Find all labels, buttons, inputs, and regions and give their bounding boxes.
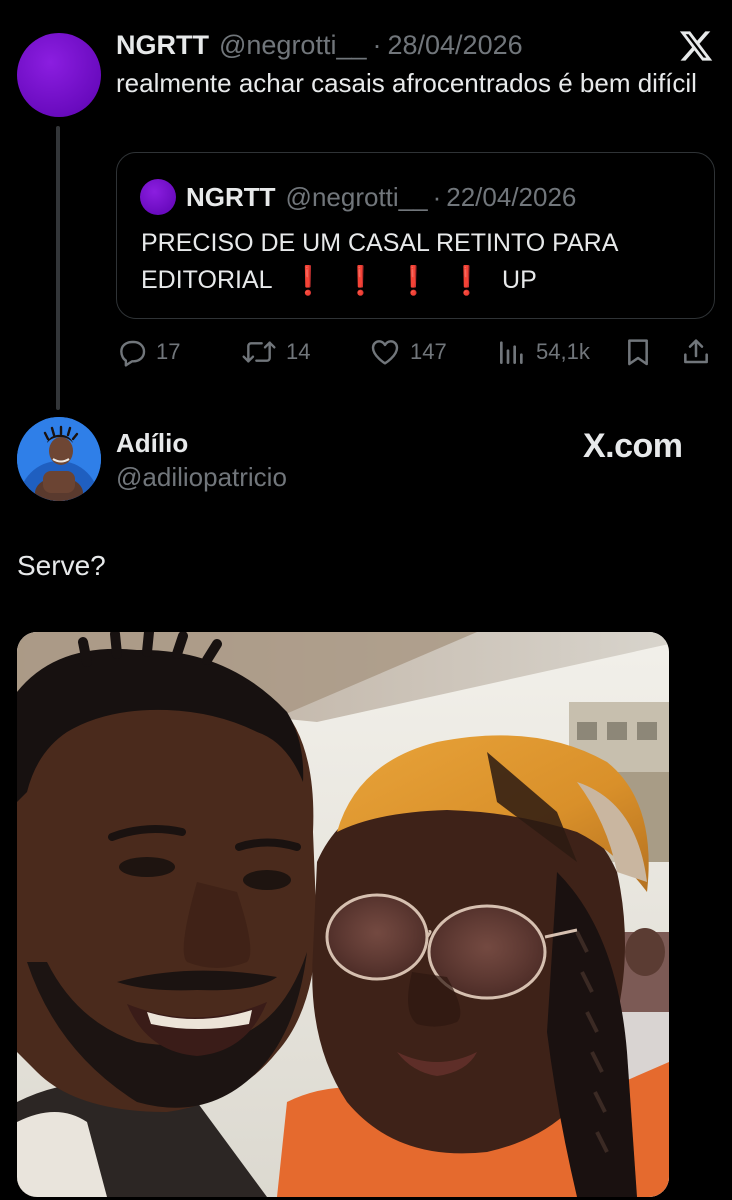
avatar[interactable] — [17, 417, 101, 501]
tweet-text: realmente achar casais afrocentrados é b… — [116, 68, 697, 98]
thread-connector-line — [56, 126, 60, 410]
heart-icon — [371, 340, 399, 365]
author-name[interactable]: Adílio — [116, 428, 188, 459]
quoted-tweet-text: PRECISO DE UM CASAL RETINTO PARA EDITORI… — [141, 225, 701, 299]
reply-button[interactable]: 17 — [116, 334, 180, 370]
avatar[interactable] — [17, 33, 101, 117]
quoted-avatar — [140, 179, 176, 215]
repost-button[interactable]: 14 — [240, 334, 310, 370]
exclamation-emoji-icon: ❗ — [290, 265, 326, 296]
tweet-date[interactable]: 28/04/2026 — [387, 30, 522, 61]
quoted-text-up: UP — [502, 266, 537, 294]
tweet-header: NGRTT @negrotti__ · 28/04/2026 — [116, 28, 523, 62]
author-handle[interactable]: @negrotti__ — [219, 30, 367, 61]
quoting-tweet[interactable]: NGRTT @negrotti__ · 28/04/2026 realmente… — [0, 0, 732, 410]
author-name[interactable]: NGRTT — [116, 30, 209, 61]
tweet-action-bar: 17 14 147 54,1k — [116, 334, 716, 370]
like-button[interactable]: 147 — [368, 334, 447, 370]
exclamation-emoji-icon: ❗ — [449, 265, 485, 296]
views-count: 54,1k — [536, 339, 590, 364]
quoted-author-handle: @negrotti__ — [285, 181, 428, 212]
exclamation-emoji-icon: ❗ — [343, 265, 379, 296]
share-button[interactable] — [680, 334, 712, 370]
selfie-photo-image — [17, 632, 669, 1197]
quoted-author-name: NGRTT — [186, 181, 276, 212]
tweet-text: Serve? — [17, 550, 106, 581]
author-handle[interactable]: @adiliopatricio — [116, 462, 287, 493]
share-icon — [684, 339, 708, 364]
analytics-bars-icon — [500, 341, 523, 364]
x-com-watermark: X.com — [583, 426, 683, 465]
tweet-photo[interactable] — [17, 632, 669, 1197]
quoted-tweet-date: 22/04/2026 — [446, 181, 577, 212]
quoted-text-line1: PRECISO DE UM CASAL RETINTO PARA — [141, 229, 619, 257]
reply-count: 17 — [156, 339, 181, 364]
quoted-text-line2: EDITORIAL ❗ ❗ ❗ ❗ UP — [141, 262, 701, 299]
like-count: 147 — [410, 339, 447, 364]
repost-icon — [242, 341, 276, 363]
reply-icon — [120, 340, 146, 367]
exclamation-emoji-icon: ❗ — [396, 265, 432, 296]
repost-count: 14 — [286, 339, 311, 364]
bookmark-icon — [628, 339, 648, 366]
x-logo-icon — [679, 31, 713, 61]
quoted-tweet-card[interactable]: NGRTT @negrotti__ · 22/04/2026 PRECISO D… — [116, 152, 715, 319]
reply-tweet[interactable]: Adílio @adiliopatricio X.com Serve? — [0, 410, 732, 1200]
separator-dot: · — [432, 181, 442, 212]
views-button[interactable]: 54,1k — [496, 334, 590, 370]
bookmark-button[interactable] — [622, 334, 654, 370]
separator-dot: · — [372, 29, 382, 60]
avatar-portrait-image — [17, 417, 101, 501]
quoted-tweet-header: NGRTT @negrotti__ · 22/04/2026 — [186, 177, 576, 217]
quoted-text-editorial: EDITORIAL — [141, 266, 273, 294]
